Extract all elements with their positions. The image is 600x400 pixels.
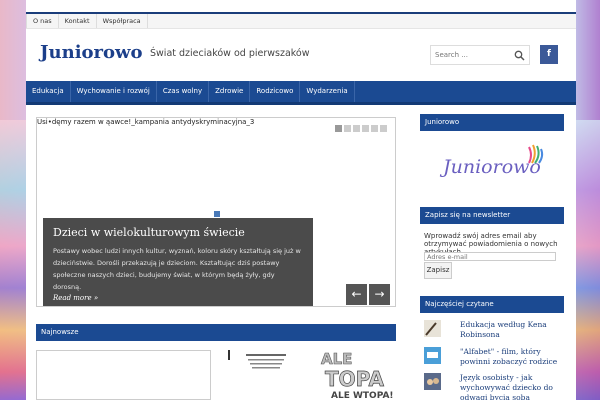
top-bar: O nas Kontakt Współpraca [26,12,576,29]
nav-item-czas-wolny[interactable]: Czas wolny [157,81,210,102]
nav-item-edukacja[interactable]: Edukacja [26,81,71,102]
juniorowo-logo[interactable]: Juniorowo [420,132,564,194]
svg-text:ALE: ALE [321,350,352,368]
broken-image-icon [214,211,220,217]
slider-next-button[interactable]: → [369,284,390,305]
top-link-contact[interactable]: Kontakt [59,14,97,28]
slider-dot[interactable] [380,125,387,132]
search-input[interactable] [431,46,513,64]
newsletter-email-field[interactable] [424,252,556,261]
top-link-about[interactable]: O nas [26,14,59,28]
slider-prev-button[interactable]: ← [346,284,367,305]
popular-thumbnail [424,373,441,390]
section-newest-title: Najnowsze [36,324,396,341]
popular-thumbnail [424,320,441,337]
slider-excerpt: Postawy wobec ludzi innych kultur, wyzna… [53,247,301,291]
search-box [430,45,530,65]
slider-dot[interactable] [335,125,342,132]
svg-text:Juniorowo: Juniorowo [439,156,541,178]
background-right [574,120,600,400]
post-card[interactable] [36,350,211,400]
widget-logo-title: Juniorowo [420,114,564,131]
slider-dot[interactable] [362,125,369,132]
svg-text:TOPA: TOPA [325,367,384,391]
widget-newsletter-title: Zapisz się na newsletter [420,207,564,224]
slider-dot[interactable] [344,125,351,132]
widget-popular-title: Najczęściej czytane [420,296,564,313]
nav-item-wychowanie[interactable]: Wychowanie i rozwój [71,81,157,102]
site-title[interactable]: Juniorowo [40,42,143,63]
post-thumbnail[interactable]: ALE TOPA ALE WTOPA! [311,348,401,400]
svg-text:ALE WTOPA!: ALE WTOPA! [331,391,394,400]
slider-dots [333,125,387,134]
newsletter-submit-button[interactable]: Zapisz [424,262,452,279]
nav-item-zdrowie[interactable]: Zdrowie [209,81,251,102]
nav-item-wydarzenia[interactable]: Wydarzenia [300,81,355,102]
site-tagline: Świat dzieciaków od pierwszaków [150,48,310,59]
main-nav: Edukacja Wychowanie i rozwój Czas wolny … [26,81,576,105]
post-thumbnail[interactable] [220,350,300,400]
top-link-cooperation[interactable]: Współpraca [97,14,148,28]
background-left [0,120,26,400]
read-more-link[interactable]: Read more » [53,294,98,302]
popular-item-title[interactable]: "Alfabet" - film, który powinni zobaczyć… [460,347,572,367]
featured-slider: Usi•dęmy razem w ąawce!_kampania antydys… [36,117,396,307]
slider-dot[interactable] [353,125,360,132]
popular-item-title[interactable]: Edukacja według Kena Robinsona [460,320,572,340]
popular-thumbnail [424,347,441,364]
facebook-icon[interactable]: f [540,45,558,64]
slider-caption: Dzieci w wielokulturowym świecie Postawy… [43,218,313,306]
slider-image-alt: Usi•dęmy razem w ąawce!_kampania antydys… [37,118,255,126]
page: O nas Kontakt Współpraca Juniorowo Świat… [26,0,576,400]
search-icon[interactable] [514,50,525,61]
popular-item-title[interactable]: Język osobisty - jak wychowywać dziecko … [460,373,572,400]
nav-item-rodzicowo[interactable]: Rodzicowo [250,81,301,102]
slider-dot[interactable] [371,125,378,132]
slider-title[interactable]: Dzieci w wielokulturowym świecie [53,226,303,239]
